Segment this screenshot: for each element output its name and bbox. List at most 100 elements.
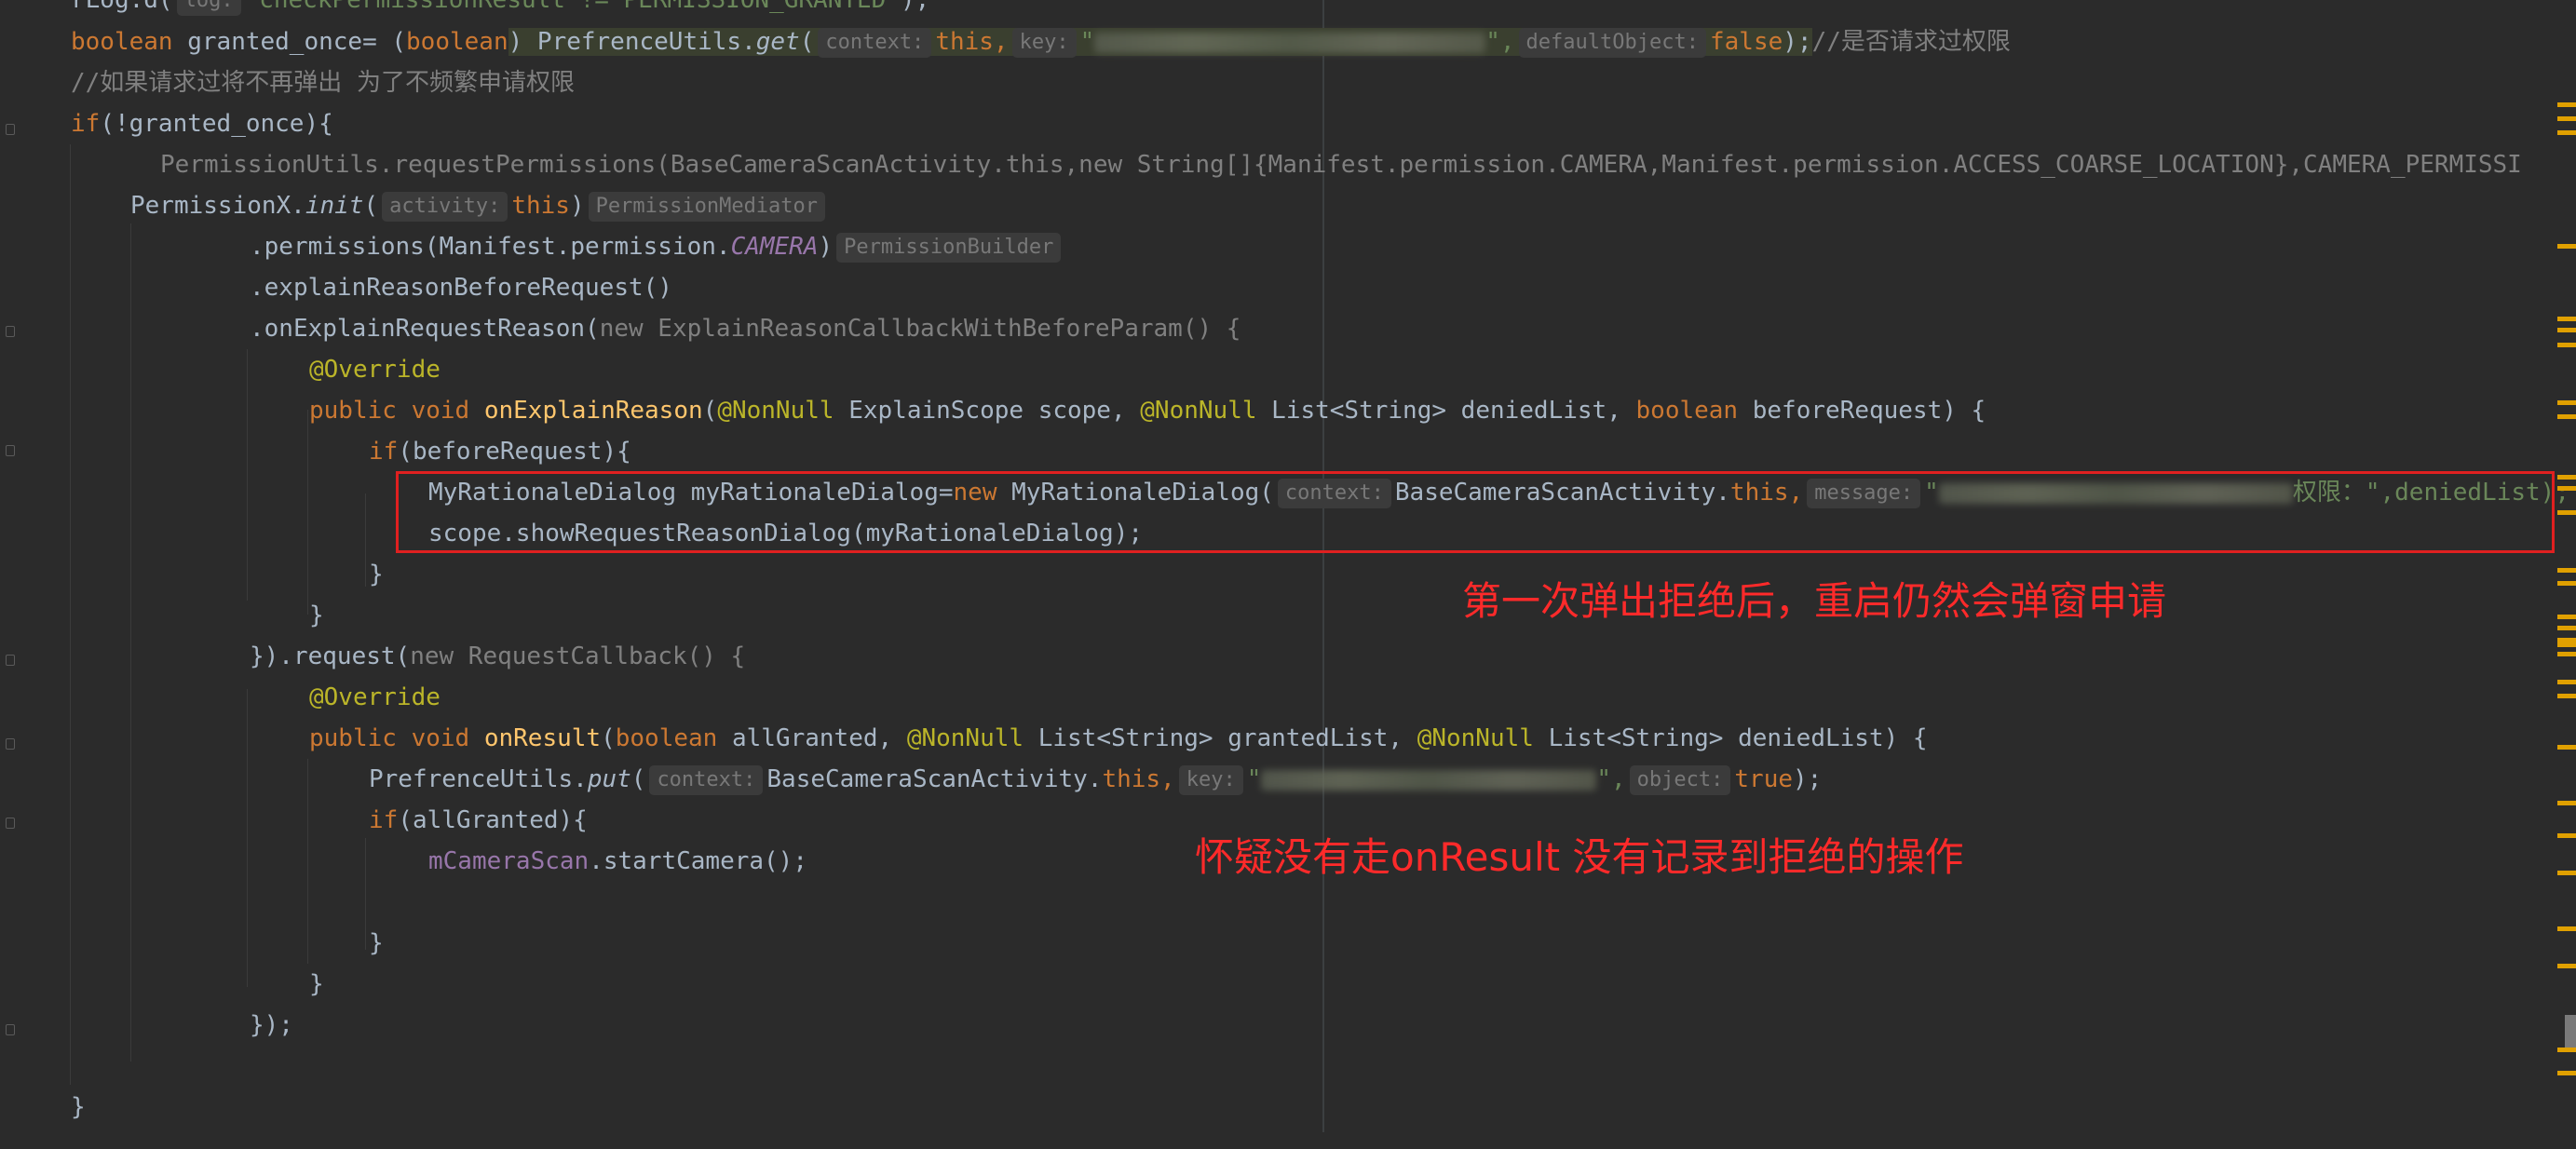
warning-marker[interactable]	[2557, 343, 2576, 347]
fold-icon[interactable]	[6, 1024, 15, 1035]
annotation: @NonNull	[1417, 724, 1534, 752]
warning-marker[interactable]	[2557, 102, 2576, 107]
code-line[interactable]: }	[369, 554, 384, 595]
code-line[interactable]: }).request(new RequestCallback() {	[250, 636, 745, 677]
code-line[interactable]: boolean granted_once= (boolean) Prefrenc…	[71, 21, 2011, 62]
type-hint: PermissionMediator	[588, 191, 826, 222]
keyword: this	[511, 192, 570, 220]
warning-marker[interactable]	[2557, 801, 2576, 805]
code-line[interactable]: });	[250, 1005, 293, 1046]
code-text: new ExplainReasonCallbackWithBeforeParam…	[599, 315, 1241, 343]
fold-icon[interactable]	[6, 445, 15, 456]
code-text: PermissionUtils.requestPermissions(BaseC…	[160, 151, 2522, 179]
warning-marker[interactable]	[2557, 581, 2576, 586]
warning-marker[interactable]	[2557, 486, 2576, 491]
code-line[interactable]: }	[309, 595, 324, 636]
keyword: if	[369, 806, 399, 834]
keyword: boolean	[1635, 397, 1739, 425]
warning-marker[interactable]	[2557, 652, 2576, 656]
code-line[interactable]: .permissions(Manifest.permission.CAMERA)…	[250, 226, 1064, 267]
code-text: (	[702, 397, 718, 425]
warning-marker[interactable]	[2557, 328, 2576, 332]
code-line[interactable]: @Override	[309, 677, 441, 718]
code-line[interactable]: .onExplainRequestReason(new ExplainReaso…	[250, 308, 1241, 349]
indent-guide	[70, 144, 71, 1085]
indent-guide	[365, 493, 366, 587]
code-line[interactable]: if(allGranted){	[369, 800, 588, 841]
warning-marker[interactable]	[2557, 680, 2576, 684]
code-text: }	[71, 1093, 86, 1121]
code-text: .permissions(Manifest.permission.	[250, 233, 731, 261]
code-line[interactable]: public void onExplainReason(@NonNull Exp…	[309, 390, 1986, 431]
code-line[interactable]: if(beforeRequest){	[369, 431, 631, 472]
comment: //是否请求过权限	[1811, 28, 2011, 56]
code-line[interactable]: PrefrenceUtils.put(context: BaseCameraSca…	[369, 759, 1822, 800]
warning-marker[interactable]	[2557, 244, 2576, 249]
code-editor[interactable]: rLog.d(log: "checkPermissionResult != PER…	[0, 0, 2576, 1149]
code-line[interactable]: PermissionX.init(activity: this) Permissio…	[130, 185, 829, 226]
warning-marker[interactable]	[2557, 130, 2576, 135]
warning-marker[interactable]	[2557, 317, 2576, 321]
warning-marker[interactable]	[2557, 568, 2576, 573]
code-line[interactable]: public void onResult(boolean allGranted,…	[309, 718, 1928, 759]
code-line[interactable]: if(!granted_once){	[71, 103, 333, 144]
fold-icon[interactable]	[6, 738, 15, 750]
warning-marker[interactable]	[2557, 642, 2576, 647]
code-line[interactable]: //如果请求过将不再弹出 为了不频繁申请权限	[71, 62, 575, 103]
warning-marker[interactable]	[2557, 414, 2576, 419]
redacted-key	[1094, 32, 1486, 53]
code-text: List<String> deniedList) {	[1533, 724, 1928, 752]
horizontal-scrollbar[interactable]	[0, 1132, 2576, 1149]
keyword: false	[1709, 28, 1783, 56]
warning-marker[interactable]	[2557, 626, 2576, 630]
warning-marker[interactable]	[2557, 1071, 2576, 1075]
annotation-note: 怀疑没有走onResult 没有记录到拒绝的操作	[1195, 834, 1964, 880]
code-line[interactable]: PermissionUtils.requestPermissions(BaseC…	[160, 144, 2522, 185]
code-line[interactable]: .explainReasonBeforeRequest()	[250, 267, 672, 308]
keyword: boolean	[406, 28, 508, 56]
annotation: @Override	[309, 683, 441, 711]
warning-marker[interactable]	[2557, 926, 2576, 931]
keyword: public void	[309, 397, 470, 425]
code-line[interactable]: mCameraScan.startCamera();	[428, 841, 807, 882]
string-literal: "	[1079, 28, 1095, 56]
indent-guide	[247, 689, 248, 987]
warning-marker[interactable]	[2557, 116, 2576, 121]
code-line[interactable]: }	[309, 964, 324, 1005]
code-line[interactable]: }	[369, 923, 384, 964]
indent-guide	[247, 349, 248, 601]
method-name: get	[755, 28, 800, 56]
line-gutter[interactable]	[0, 0, 37, 1149]
warning-marker[interactable]	[2557, 475, 2576, 480]
warning-marker[interactable]	[2557, 510, 2576, 515]
param-hint: context:	[649, 764, 764, 795]
fold-icon[interactable]	[6, 124, 15, 135]
method-name: onExplainReason	[483, 397, 703, 425]
warning-marker[interactable]	[2557, 871, 2576, 875]
fold-icon[interactable]	[6, 655, 15, 666]
warning-marker[interactable]	[2557, 833, 2576, 838]
fold-icon[interactable]	[6, 818, 15, 829]
warning-marker[interactable]	[2557, 615, 2576, 619]
scrollbar-thumb[interactable]	[2565, 1015, 2576, 1052]
scrollbar-markers[interactable]	[2556, 0, 2576, 1149]
warning-marker[interactable]	[2557, 694, 2576, 698]
warning-marker[interactable]	[2557, 745, 2576, 750]
fold-icon[interactable]	[6, 326, 15, 337]
param-hint: context:	[818, 27, 932, 58]
code-line[interactable]: }	[71, 1087, 86, 1128]
code-line[interactable]: @Override	[309, 349, 441, 390]
code-text: (	[630, 765, 646, 793]
code-text: }).request(	[250, 642, 411, 670]
code-text: List<String> deniedList,	[1256, 397, 1636, 425]
warning-marker[interactable]	[2557, 1048, 2576, 1052]
param-hint: object:	[1629, 764, 1731, 795]
indent-guide	[130, 223, 131, 1061]
code-text: }	[369, 929, 384, 957]
code-line[interactable]: rLog.d(log: "checkPermissionResult != PER…	[71, 0, 929, 20]
code-text: );	[1783, 28, 1812, 56]
warning-marker[interactable]	[2557, 964, 2576, 968]
keyword: boolean	[615, 724, 718, 752]
warning-marker[interactable]	[2557, 400, 2576, 405]
param-hint: log:	[176, 0, 241, 16]
